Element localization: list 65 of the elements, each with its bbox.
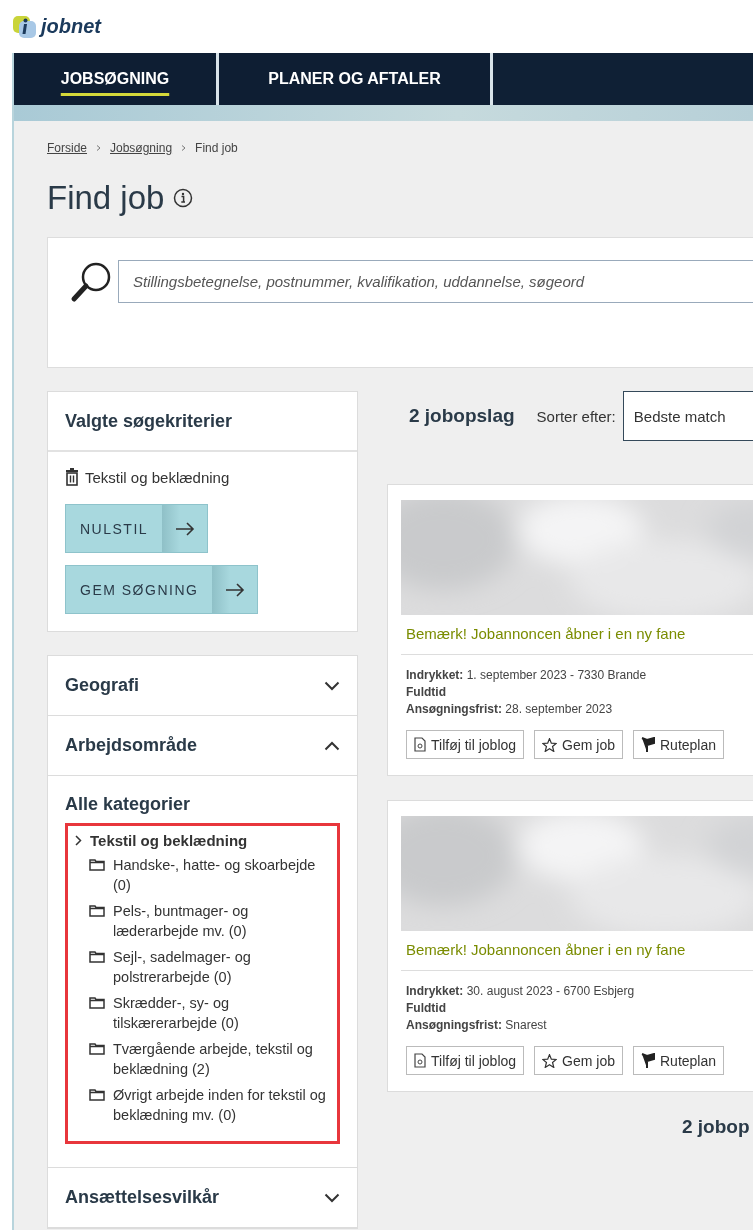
breadcrumb-current: Find job xyxy=(195,141,238,155)
breadcrumb-link[interactable]: Forside xyxy=(47,141,87,155)
star-icon xyxy=(542,1053,558,1068)
folder-icon xyxy=(89,996,105,1009)
filter-title: Ansættelsesvilkår xyxy=(65,1187,220,1208)
result-count: 2 jobopslag xyxy=(409,405,515,427)
chevron-icon xyxy=(96,145,101,151)
filter-header[interactable]: Ansættelsesvilkår xyxy=(48,1168,357,1228)
folder-icon xyxy=(89,950,105,963)
job-action-button[interactable]: Gem job xyxy=(534,730,623,759)
filter-title: Geografi xyxy=(65,675,139,696)
chevron-up-icon xyxy=(324,740,340,751)
job-action-button[interactable]: Gem job xyxy=(534,1046,623,1075)
signpost-icon xyxy=(641,1053,655,1068)
document-icon xyxy=(414,1053,426,1068)
job-deadline: Ansøgningsfrist: Snarest xyxy=(406,1017,548,1034)
chevron-down-icon xyxy=(324,1192,340,1203)
criteria-item: Tekstil og beklædning xyxy=(85,468,230,486)
job-link[interactable]: Bemærk! Jobannoncen åbner i en ny fane xyxy=(401,615,753,655)
category-item[interactable]: Tekstil og beklædning xyxy=(90,832,248,849)
chevron-icon xyxy=(75,835,82,846)
folder-icon xyxy=(89,1088,105,1101)
filter-header[interactable]: Geografi xyxy=(48,656,357,716)
action-button[interactable]: NULSTIL xyxy=(65,504,209,553)
star-icon xyxy=(542,737,558,752)
category-item[interactable]: Skrædder-, sy- og tilskærerarbejde (0) xyxy=(113,993,329,1033)
job-action-button[interactable]: Tilføj til joblog xyxy=(406,1046,525,1075)
job-action-button[interactable]: Ruteplan xyxy=(633,730,725,759)
chevron-down-icon xyxy=(324,680,340,691)
job-link[interactable]: Bemærk! Jobannoncen åbner i en ny fane xyxy=(401,931,753,971)
job-action-button[interactable]: Ruteplan xyxy=(633,1046,725,1075)
job-type: Fuldtid xyxy=(406,684,447,701)
filter-title: Arbejdsområde xyxy=(65,735,198,756)
arrow-icon xyxy=(224,582,245,597)
signpost-icon xyxy=(641,737,655,752)
action-button[interactable]: GEM SØGNING xyxy=(65,565,259,614)
chevron-icon xyxy=(181,145,187,151)
category-item[interactable]: Handske-, hatte- og skoarbejde (0) xyxy=(113,855,329,895)
breadcrumb-link[interactable]: Jobsøgning xyxy=(110,141,173,155)
folder-icon xyxy=(89,1042,105,1055)
trash-icon[interactable] xyxy=(65,468,79,486)
filter-subtitle: Alle kategorier xyxy=(65,794,192,815)
job-posted: Indrykket: 30. august 2023 - 6700 Esbjerg xyxy=(406,983,636,1000)
category-item[interactable]: Øvrigt arbejde inden for tekstil og beklædning mv. (0) xyxy=(113,1085,329,1125)
logo-text[interactable]: jobnet xyxy=(41,15,101,38)
folder-icon xyxy=(89,858,105,871)
sort-label: Sorter efter: xyxy=(536,407,616,425)
category-item[interactable]: Pels-, buntmager- og læderarbejde mv. (0) xyxy=(113,901,329,941)
info-icon[interactable] xyxy=(173,188,194,208)
job-posted: Indrykket: 1. september 2023 - 7330 Brande xyxy=(406,667,648,684)
filter-header[interactable]: Arbejdsområde xyxy=(48,716,357,776)
category-item[interactable]: Sejl-, sadelmager- og polstrerarbejde (0) xyxy=(113,947,329,987)
search-field[interactable]: Stillingsbetegnelse, postnummer, kvalifikation, uddannelse, søgeord xyxy=(118,260,753,303)
folder-icon xyxy=(89,904,105,917)
page-title: Find job xyxy=(47,179,165,217)
category-item[interactable]: Tværgående arbejde, tekstil og beklædning (2) xyxy=(113,1039,329,1079)
card-title: Valgte søgekriterier xyxy=(65,410,233,432)
job-deadline: Ansøgningsfrist: 28. september 2023 xyxy=(406,701,614,718)
job-action-button[interactable]: Tilføj til joblog xyxy=(406,730,525,759)
document-icon xyxy=(414,737,426,752)
result-count: 2 jobop xyxy=(681,1116,751,1138)
job-type: Fuldtid xyxy=(406,1000,447,1017)
sort-dropdown[interactable]: Bedste match xyxy=(622,391,753,441)
logo-icon xyxy=(13,14,37,39)
arrow-icon xyxy=(174,521,195,536)
